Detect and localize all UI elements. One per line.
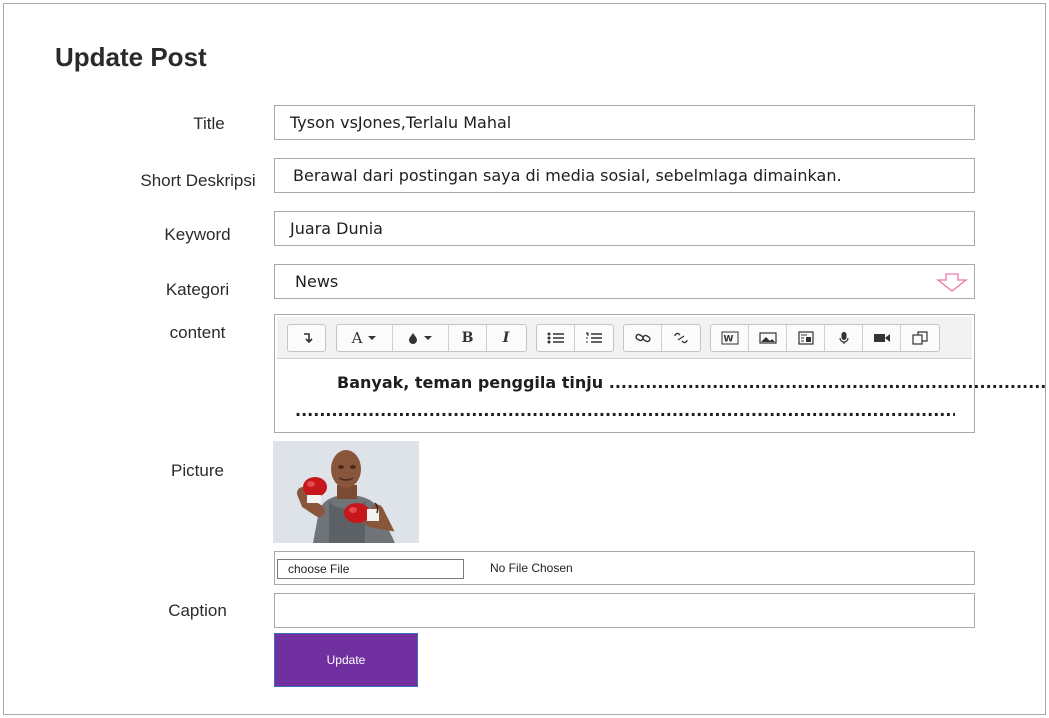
choose-file-button[interactable]: choose File bbox=[277, 559, 464, 579]
paste-icon[interactable] bbox=[901, 325, 939, 351]
video-icon[interactable] bbox=[863, 325, 901, 351]
chevron-down-icon[interactable] bbox=[935, 271, 969, 293]
word-icon[interactable]: W bbox=[711, 325, 749, 351]
editor-line-1: Banyak, teman penggila tinju ...........… bbox=[337, 373, 1047, 392]
post-picture bbox=[273, 441, 419, 543]
undo-icon[interactable] bbox=[288, 325, 325, 351]
title-value: Tyson vsJones,Terlalu Mahal bbox=[290, 113, 512, 132]
image-icon[interactable] bbox=[749, 325, 787, 351]
highlight-icon[interactable] bbox=[393, 325, 449, 351]
bullet-list-icon[interactable] bbox=[537, 325, 575, 351]
update-button[interactable]: Update bbox=[274, 633, 418, 687]
keyword-value: Juara Dunia bbox=[290, 219, 383, 238]
toolbar-group-links bbox=[623, 324, 701, 352]
short-desc-value: Berawal dari postingan saya di media sos… bbox=[293, 166, 842, 185]
link-icon[interactable] bbox=[624, 325, 662, 351]
title-label: Title bbox=[193, 114, 225, 133]
kategori-select[interactable]: News bbox=[274, 264, 975, 299]
svg-text:W: W bbox=[723, 335, 733, 345]
title-input[interactable]: Tyson vsJones,Terlalu Mahal bbox=[274, 105, 975, 140]
numbered-list-icon[interactable] bbox=[575, 325, 613, 351]
picture-label: Picture bbox=[171, 461, 224, 480]
short-desc-label: Short Deskripsi bbox=[140, 171, 256, 190]
media-icon[interactable] bbox=[787, 325, 825, 351]
caption-input[interactable] bbox=[274, 593, 975, 628]
kategori-label: Kategori bbox=[165, 280, 230, 299]
mic-icon[interactable] bbox=[825, 325, 863, 351]
keyword-label: Keyword bbox=[164, 225, 231, 244]
editor-content[interactable]: Banyak, teman penggila tinju ...........… bbox=[295, 369, 1047, 425]
short-desc-input[interactable]: Berawal dari postingan saya di media sos… bbox=[274, 158, 975, 193]
page-title: Update Post bbox=[55, 42, 207, 72]
italic-icon[interactable]: I bbox=[487, 325, 525, 351]
editor-toolbar: A B I W bbox=[277, 317, 972, 359]
content-editor[interactable]: A B I W Banyak, teman penggila tinju ...… bbox=[274, 314, 1047, 433]
toolbar-group-undo bbox=[287, 324, 326, 352]
content-label: content bbox=[169, 323, 226, 342]
toolbar-group-lists bbox=[536, 324, 614, 352]
keyword-input[interactable]: Juara Dunia bbox=[274, 211, 975, 246]
toolbar-group-insert: W bbox=[710, 324, 940, 352]
kategori-value: News bbox=[295, 272, 339, 291]
no-file-text: No File Chosen bbox=[490, 561, 573, 575]
toolbar-group-format: A B I bbox=[336, 324, 527, 352]
file-input: choose File No File Chosen bbox=[274, 551, 975, 585]
caption-label: Caption bbox=[168, 601, 227, 620]
bold-icon[interactable]: B bbox=[449, 325, 487, 351]
unlink-icon[interactable] bbox=[662, 325, 700, 351]
boxer-image bbox=[273, 441, 419, 543]
font-color-icon[interactable]: A bbox=[337, 325, 393, 351]
editor-line-2: ........................................… bbox=[295, 401, 955, 420]
